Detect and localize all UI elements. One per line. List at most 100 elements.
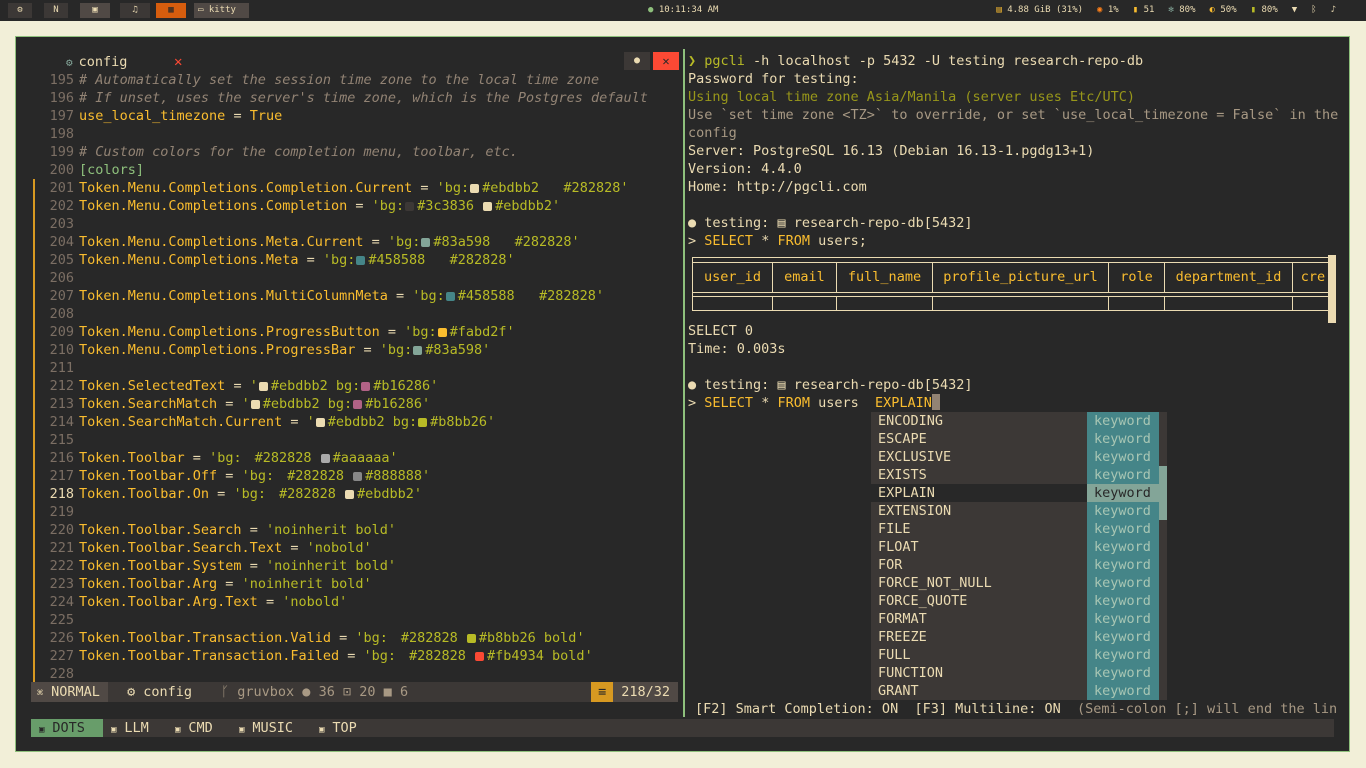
tab-music[interactable]: ▣ MUSIC [231, 719, 305, 737]
column-divider [932, 296, 933, 310]
code-line[interactable]: 222 Token.Toolbar.System = 'noinherit bol… [16, 557, 396, 575]
completion-scrollbar[interactable] [1159, 520, 1167, 538]
completion-item[interactable]: FORMAT keyword [871, 610, 1167, 628]
buffer-tab[interactable]: ⚙ config [66, 52, 127, 73]
code-line[interactable]: 224 Token.Toolbar.Arg.Text = 'nobold' [16, 593, 348, 611]
completion-scrollbar[interactable] [1159, 484, 1167, 502]
completion-scrollbar[interactable] [1159, 664, 1167, 682]
code-line[interactable]: 220 Token.Toolbar.Search = 'noinherit bol… [16, 521, 396, 539]
completion-item[interactable]: FREEZE keyword [871, 628, 1167, 646]
code-line[interactable]: 219 [16, 503, 79, 521]
completion-scrollbar[interactable] [1159, 538, 1167, 556]
cpu-indicator[interactable]: ◉ 1% [1097, 3, 1119, 18]
completion-item[interactable]: FORCE_NOT_NULL keyword [871, 574, 1167, 592]
brightness-indicator[interactable]: ✻ 80% [1168, 3, 1195, 18]
close-icon[interactable]: ✕ [174, 52, 182, 72]
completion-item[interactable]: FULL keyword [871, 646, 1167, 664]
code-line[interactable]: 213 Token.SearchMatch = ' #ebdbb2 bg: #b162… [16, 395, 431, 413]
code-line[interactable]: 196 # If unset, uses the server's time zo… [16, 89, 648, 107]
completion-item[interactable]: FILE keyword [871, 520, 1167, 538]
code-line[interactable]: 214 Token.SearchMatch.Current = ' #ebdbb2 … [16, 413, 496, 431]
code-line[interactable]: 195 # Automatically set the session time … [16, 71, 600, 89]
completion-scrollbar[interactable] [1159, 574, 1167, 592]
workspace-4[interactable]: ♫ [120, 3, 150, 18]
code-line[interactable]: 201 Token.Menu.Completions.Completion.Cur… [16, 179, 629, 197]
code-token: = [282, 540, 307, 556]
tab-llm[interactable]: ▣ LLM [103, 719, 161, 737]
code-line[interactable]: 221 Token.Toolbar.Search.Text = 'nobold' [16, 539, 372, 557]
toggle-icon[interactable]: ● [624, 52, 650, 70]
completion-scrollbar[interactable] [1159, 466, 1167, 484]
completion-item[interactable]: ESCAPE keyword [871, 430, 1167, 448]
battery-indicator[interactable]: ▮ 80% [1251, 3, 1278, 18]
temperature-indicator[interactable]: ▮ 51 [1133, 3, 1155, 18]
completion-scrollbar[interactable] [1159, 502, 1167, 520]
completion-scrollbar[interactable] [1159, 430, 1167, 448]
tab-cmd[interactable]: ▣ CMD [167, 719, 225, 737]
code-line[interactable]: 205 Token.Menu.Completions.Meta = 'bg: #45… [16, 251, 515, 269]
code-line[interactable]: 223 Token.Toolbar.Arg = 'noinherit bold' [16, 575, 372, 593]
completion-scrollbar[interactable] [1159, 448, 1167, 466]
workspace-3[interactable]: ▣ [80, 3, 110, 18]
completion-item[interactable]: FLOAT keyword [871, 538, 1167, 556]
code-line[interactable]: 227 Token.Toolbar.Transaction.Failed = 'b… [16, 647, 593, 665]
code-line[interactable]: 197 use_local_timezone = True [16, 107, 283, 125]
completion-item[interactable]: EXISTS keyword [871, 466, 1167, 484]
completion-item[interactable]: EXTENSION keyword [871, 502, 1167, 520]
code-line[interactable]: 211 [16, 359, 79, 377]
table-horizontal-scroll[interactable] [1328, 255, 1336, 323]
code-line[interactable]: 198 [16, 125, 79, 143]
code-line[interactable]: 225 [16, 611, 79, 629]
completion-item[interactable]: FORCE_QUOTE keyword [871, 592, 1167, 610]
completion-item[interactable]: EXCLUSIVE keyword [871, 448, 1167, 466]
bluetooth-icon[interactable]: ᛒ [1311, 3, 1316, 18]
code-line[interactable]: 200 [colors] [16, 161, 144, 179]
code-line[interactable]: 228 [16, 665, 79, 683]
code-line[interactable]: 215 [16, 431, 79, 449]
code-line[interactable]: 206 [16, 269, 79, 287]
completion-item[interactable]: FOR keyword [871, 556, 1167, 574]
completion-item[interactable]: EXPLAIN keyword [871, 484, 1167, 502]
workspace-2[interactable]: N [44, 3, 68, 18]
completion-scrollbar[interactable] [1159, 412, 1167, 430]
pgcli-pane[interactable]: ❯ pgcli -h localhost -p 5432 -U testing … [685, 37, 1351, 717]
workspace-5[interactable]: ▦ [156, 3, 186, 18]
column-divider [836, 296, 837, 310]
completion-scrollbar[interactable] [1159, 610, 1167, 628]
volume-indicator[interactable]: ◐ 50% [1210, 3, 1237, 18]
bell-icon[interactable]: ♪ [1331, 3, 1336, 18]
workspace-1[interactable]: ⚙ [8, 3, 32, 18]
completion-scrollbar[interactable] [1159, 556, 1167, 574]
query-input-line[interactable]: > SELECT * FROM users EXPLAIN [688, 394, 940, 412]
tab-top[interactable]: ▣ TOP [311, 719, 369, 737]
completion-scrollbar[interactable] [1159, 592, 1167, 610]
code-line[interactable]: 218 Token.Toolbar.On = 'bg: #282828 #ebdbb… [16, 485, 422, 503]
active-app[interactable]: ▭ kitty [194, 3, 249, 18]
code-line[interactable]: 209 Token.Menu.Completions.ProgressButton… [16, 323, 515, 341]
close-pane-icon[interactable]: ✕ [653, 52, 679, 70]
code-line[interactable]: 199 # Custom colors for the completion me… [16, 143, 518, 161]
completion-item[interactable]: GRANT keyword [871, 682, 1167, 700]
tab-dots[interactable]: ▣ DOTS [31, 719, 103, 737]
completion-scrollbar[interactable] [1159, 628, 1167, 646]
code-line[interactable]: 202 Token.Menu.Completions.Completion = '… [16, 197, 561, 215]
code-line[interactable]: 204 Token.Menu.Completions.Meta.Current =… [16, 233, 580, 251]
code-line[interactable]: 208 [16, 305, 79, 323]
code-line[interactable]: 207 Token.Menu.Completions.MultiColumnMet… [16, 287, 604, 305]
code-line[interactable]: 216 Token.Toolbar = 'bg: #282828 #aaaaaa' [16, 449, 398, 467]
completion-menu[interactable]: ENCODING keyword ESCAPE keyword EXCLUSIVE key… [871, 412, 1167, 700]
completion-item[interactable]: FUNCTION keyword [871, 664, 1167, 682]
editor-pane[interactable]: ⚙ config ✕ ● ✕ 195 # Automatically set the… [16, 37, 683, 707]
wifi-icon[interactable]: ▼ [1292, 3, 1297, 18]
clock[interactable]: ● 10:11:34 AM [648, 3, 718, 18]
code-line[interactable]: 203 [16, 215, 79, 233]
code-line[interactable]: 212 Token.SelectedText = ' #ebdbb2 bg: #b16… [16, 377, 439, 395]
completion-scrollbar[interactable] [1159, 682, 1167, 700]
code-line[interactable]: 217 Token.Toolbar.Off = 'bg: #282828 #8888… [16, 467, 431, 485]
memory-indicator[interactable]: ▤ 4.88 GiB (31%) [996, 3, 1083, 18]
completion-scrollbar[interactable] [1159, 646, 1167, 664]
code-line[interactable]: 226 Token.Toolbar.Transaction.Valid = 'bg… [16, 629, 585, 647]
color-swatch [397, 652, 406, 661]
completion-item[interactable]: ENCODING keyword [871, 412, 1167, 430]
code-line[interactable]: 210 Token.Menu.Completions.ProgressBar = … [16, 341, 491, 359]
